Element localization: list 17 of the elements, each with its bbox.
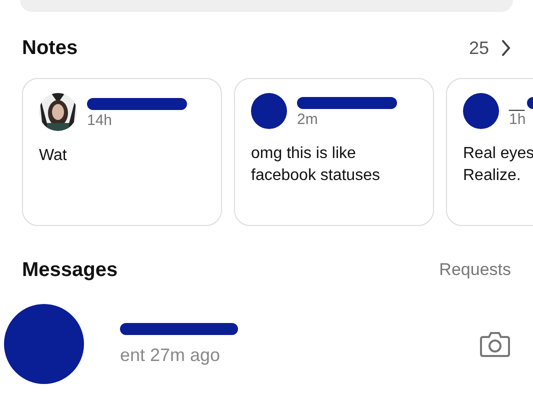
username: __ (509, 94, 525, 110)
requests-link[interactable]: Requests (439, 260, 511, 280)
note-card[interactable]: 14h Wat (22, 78, 222, 226)
note-time: 2m (297, 110, 319, 128)
note-text: Wat (39, 146, 68, 166)
avatar (463, 93, 499, 129)
section-title: Notes (22, 36, 78, 60)
camera-icon[interactable] (479, 330, 511, 358)
avatar (251, 93, 287, 129)
notes-count: 25 (468, 38, 489, 58)
note-text: omg this is like facebook statuses (251, 144, 381, 186)
note-card[interactable]: 2m omg this is like facebook statuses (234, 78, 434, 226)
section-title: Messages (22, 258, 118, 282)
message-status: ent 27m ago (120, 344, 222, 366)
chevron-icon[interactable] (501, 39, 511, 57)
note-time: 1h (509, 110, 527, 128)
note-time: 14h (87, 112, 114, 128)
